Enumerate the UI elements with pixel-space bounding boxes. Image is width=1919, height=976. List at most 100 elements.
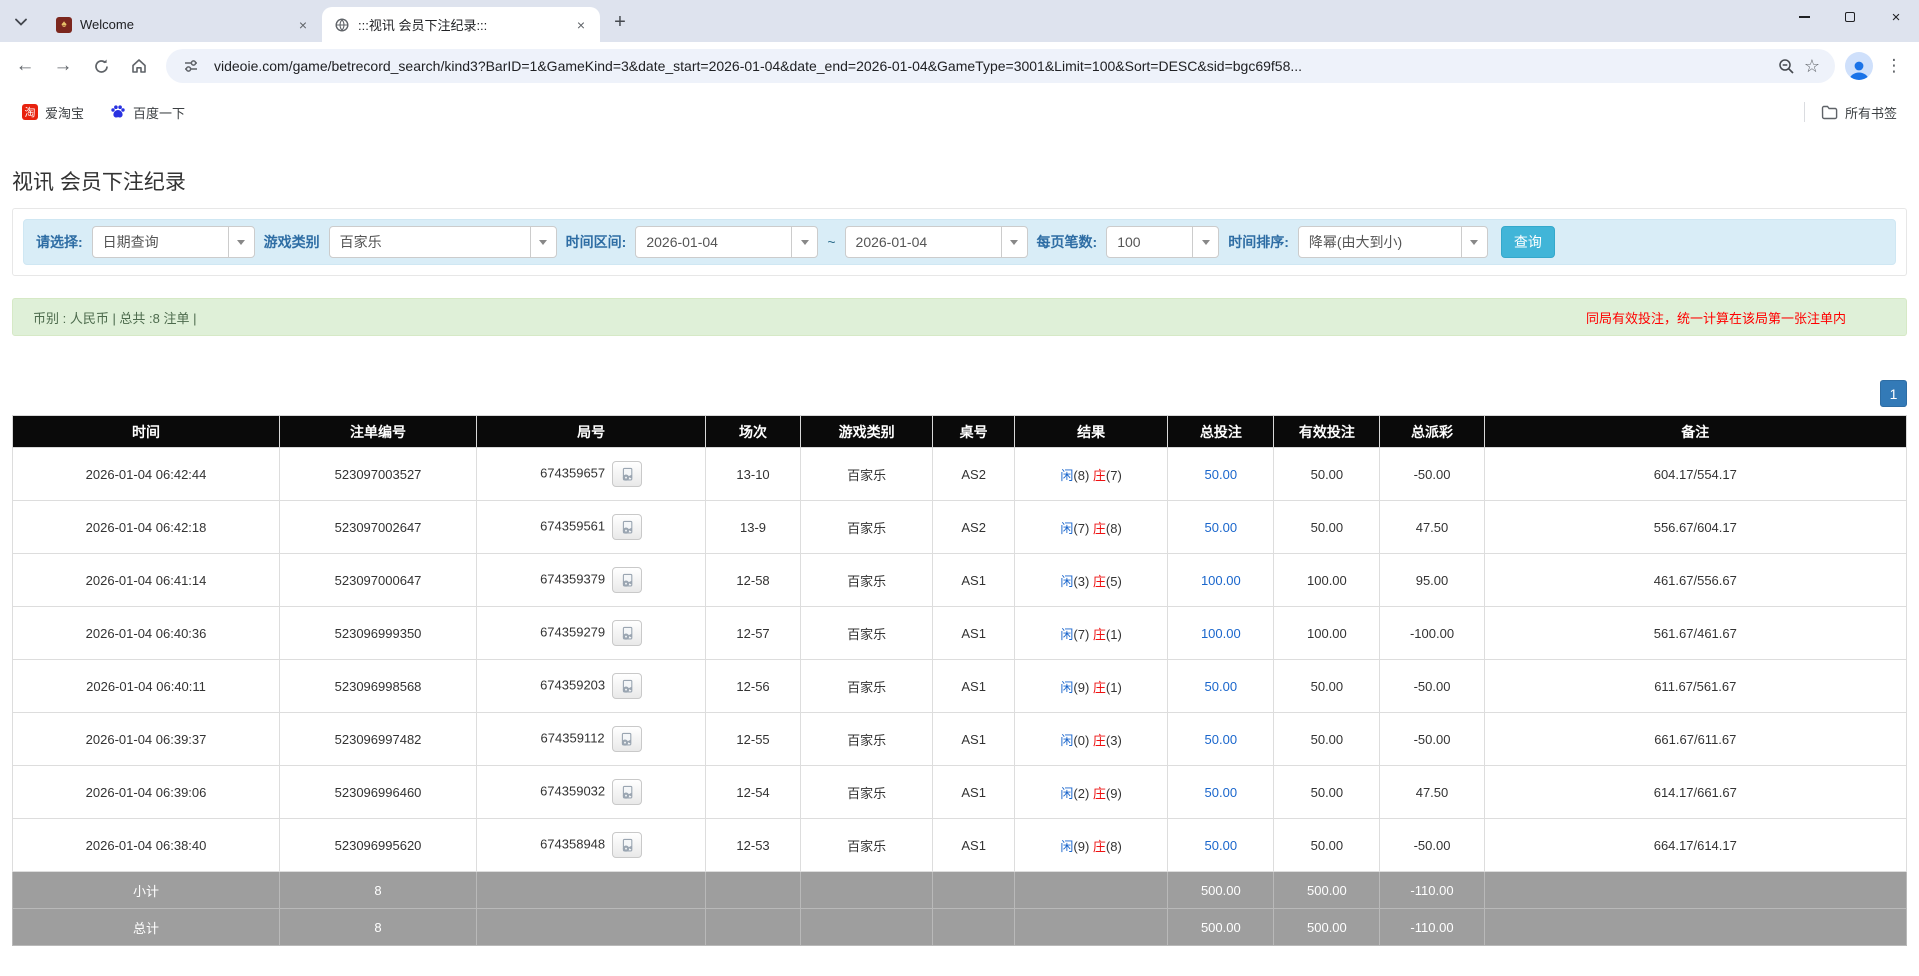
cell-time: 2026-01-04 06:38:40 <box>13 819 280 872</box>
cell-session: 13-9 <box>706 501 801 554</box>
cell-valid-bet: 50.00 <box>1274 713 1380 766</box>
table-row: 2026-01-04 06:40:11523096998568674359203… <box>13 660 1907 713</box>
pagination: 1 <box>12 380 1907 407</box>
currency-summary-text: 币别 : 人民币 | 总共 :8 注单 | <box>33 308 197 327</box>
cell-payout: 47.50 <box>1380 501 1484 554</box>
tab-welcome[interactable]: ♠ Welcome × <box>44 7 322 42</box>
round-video-button[interactable] <box>612 726 642 752</box>
date-end-select[interactable]: 2026-01-04 <box>845 226 1028 258</box>
cell-game-kind: 百家乐 <box>800 501 933 554</box>
bookmark-star-icon[interactable]: ☆ <box>1799 53 1825 79</box>
total-bet-link[interactable]: 50.00 <box>1205 838 1238 853</box>
query-type-select[interactable]: 日期查询 <box>92 226 255 258</box>
home-button[interactable] <box>122 49 156 83</box>
round-video-button[interactable] <box>612 567 642 593</box>
summary-empty-cell <box>1014 909 1167 946</box>
page-1-button[interactable]: 1 <box>1880 380 1907 407</box>
cell-game-kind: 百家乐 <box>800 554 933 607</box>
bookmark-aitaobao[interactable]: 淘 爱淘宝 <box>14 98 92 127</box>
column-header: 注单编号 <box>280 416 477 448</box>
window-maximize-button[interactable] <box>1827 0 1873 34</box>
cell-result: 闲(8) 庄(7) <box>1014 448 1167 501</box>
total-bet-link[interactable]: 50.00 <box>1205 785 1238 800</box>
forward-button[interactable]: → <box>46 49 80 83</box>
url-bar[interactable]: videoie.com/game/betrecord_search/kind3?… <box>166 49 1835 83</box>
summary-empty-cell <box>800 909 933 946</box>
total-bet-link[interactable]: 100.00 <box>1201 626 1241 641</box>
tab-search-chevron-icon[interactable] <box>6 7 36 37</box>
cell-remark: 614.17/661.67 <box>1484 766 1906 819</box>
total-bet-link[interactable]: 50.00 <box>1205 732 1238 747</box>
result-player-score: (7) <box>1073 627 1089 642</box>
cell-table-no: AS2 <box>933 448 1014 501</box>
cell-round-id: 674359032 <box>477 766 706 819</box>
cell-bet-id: 523096996460 <box>280 766 477 819</box>
cell-table-no: AS1 <box>933 766 1014 819</box>
bookmark-baidu[interactable]: 百度一下 <box>102 98 193 127</box>
browser-menu-icon[interactable]: ⋮ <box>1877 49 1911 83</box>
round-video-button[interactable] <box>612 514 642 540</box>
search-button[interactable]: 查询 <box>1501 226 1555 258</box>
cell-bet-id: 523096998568 <box>280 660 477 713</box>
round-video-button[interactable] <box>612 779 642 805</box>
welcome-favicon-icon: ♠ <box>56 17 72 33</box>
result-banker: 庄 <box>1093 733 1106 748</box>
round-video-button[interactable] <box>612 620 642 646</box>
site-settings-icon[interactable] <box>178 53 204 79</box>
summary-valid-bet: 500.00 <box>1274 909 1380 946</box>
chevron-down-icon <box>1192 227 1218 257</box>
cell-remark: 661.67/611.67 <box>1484 713 1906 766</box>
zoom-out-icon[interactable] <box>1773 53 1799 79</box>
cell-result: 闲(7) 庄(1) <box>1014 607 1167 660</box>
result-player: 闲 <box>1060 680 1073 695</box>
tab-close-icon[interactable]: × <box>572 16 590 34</box>
cell-valid-bet: 100.00 <box>1274 554 1380 607</box>
summary-row: 小计8500.00500.00-110.00 <box>13 872 1907 909</box>
per-page-select[interactable]: 100 <box>1106 226 1219 258</box>
summary-payout: -110.00 <box>1380 872 1484 909</box>
round-video-button[interactable] <box>612 461 642 487</box>
result-player: 闲 <box>1060 574 1073 589</box>
cell-valid-bet: 50.00 <box>1274 660 1380 713</box>
cell-bet-id: 523097002647 <box>280 501 477 554</box>
result-player: 闲 <box>1060 839 1073 854</box>
result-player: 闲 <box>1060 468 1073 483</box>
all-bookmarks-button[interactable]: 所有书签 <box>1813 98 1905 127</box>
back-button[interactable]: ← <box>8 49 42 83</box>
film-icon <box>619 732 634 747</box>
cell-round-id: 674359657 <box>477 448 706 501</box>
result-banker: 庄 <box>1093 627 1106 642</box>
cell-table-no: AS2 <box>933 501 1014 554</box>
game-kind-select[interactable]: 百家乐 <box>329 226 557 258</box>
cell-payout: 95.00 <box>1380 554 1484 607</box>
cell-game-kind: 百家乐 <box>800 660 933 713</box>
tab-title: :::视讯 会员下注纪录::: <box>358 15 564 34</box>
result-banker: 庄 <box>1093 680 1106 695</box>
total-bet-link[interactable]: 50.00 <box>1205 679 1238 694</box>
cell-result: 闲(0) 庄(3) <box>1014 713 1167 766</box>
bookmarks-bar: 淘 爱淘宝 百度一下 所有书签 <box>0 90 1919 134</box>
range-separator: ~ <box>827 234 835 250</box>
reload-button[interactable] <box>84 49 118 83</box>
round-video-button[interactable] <box>612 832 642 858</box>
result-banker-score: (9) <box>1106 786 1122 801</box>
window-minimize-button[interactable] <box>1781 0 1827 34</box>
new-tab-button[interactable]: + <box>606 8 634 36</box>
window-close-button[interactable]: × <box>1873 0 1919 34</box>
time-sort-select[interactable]: 降幂(由大到小) <box>1298 226 1488 258</box>
summary-empty-cell <box>1014 872 1167 909</box>
profile-avatar[interactable] <box>1845 52 1873 80</box>
tab-close-icon[interactable]: × <box>294 16 312 34</box>
per-page-label: 每页笔数: <box>1037 232 1098 252</box>
tab-betrecord[interactable]: :::视讯 会员下注纪录::: × <box>322 7 600 42</box>
all-bookmarks-label: 所有书签 <box>1845 103 1897 122</box>
total-bet-link[interactable]: 50.00 <box>1205 467 1238 482</box>
column-header: 桌号 <box>933 416 1014 448</box>
date-start-select[interactable]: 2026-01-04 <box>635 226 818 258</box>
total-bet-link[interactable]: 100.00 <box>1201 573 1241 588</box>
round-video-button[interactable] <box>612 673 642 699</box>
total-bet-link[interactable]: 50.00 <box>1205 520 1238 535</box>
cell-time: 2026-01-04 06:42:18 <box>13 501 280 554</box>
cell-valid-bet: 50.00 <box>1274 766 1380 819</box>
cell-payout: -50.00 <box>1380 713 1484 766</box>
